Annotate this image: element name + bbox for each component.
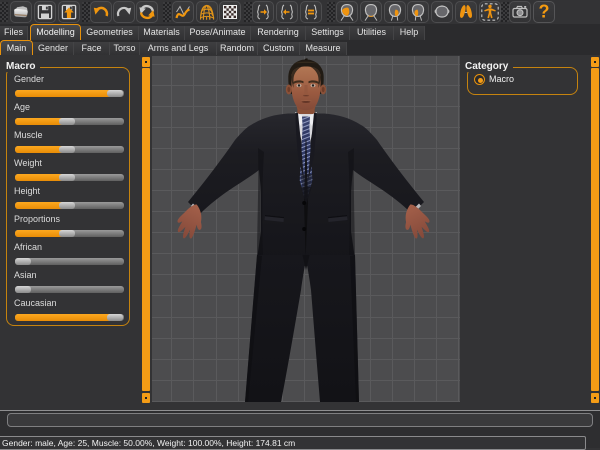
svg-text:?: ? [539,2,550,22]
